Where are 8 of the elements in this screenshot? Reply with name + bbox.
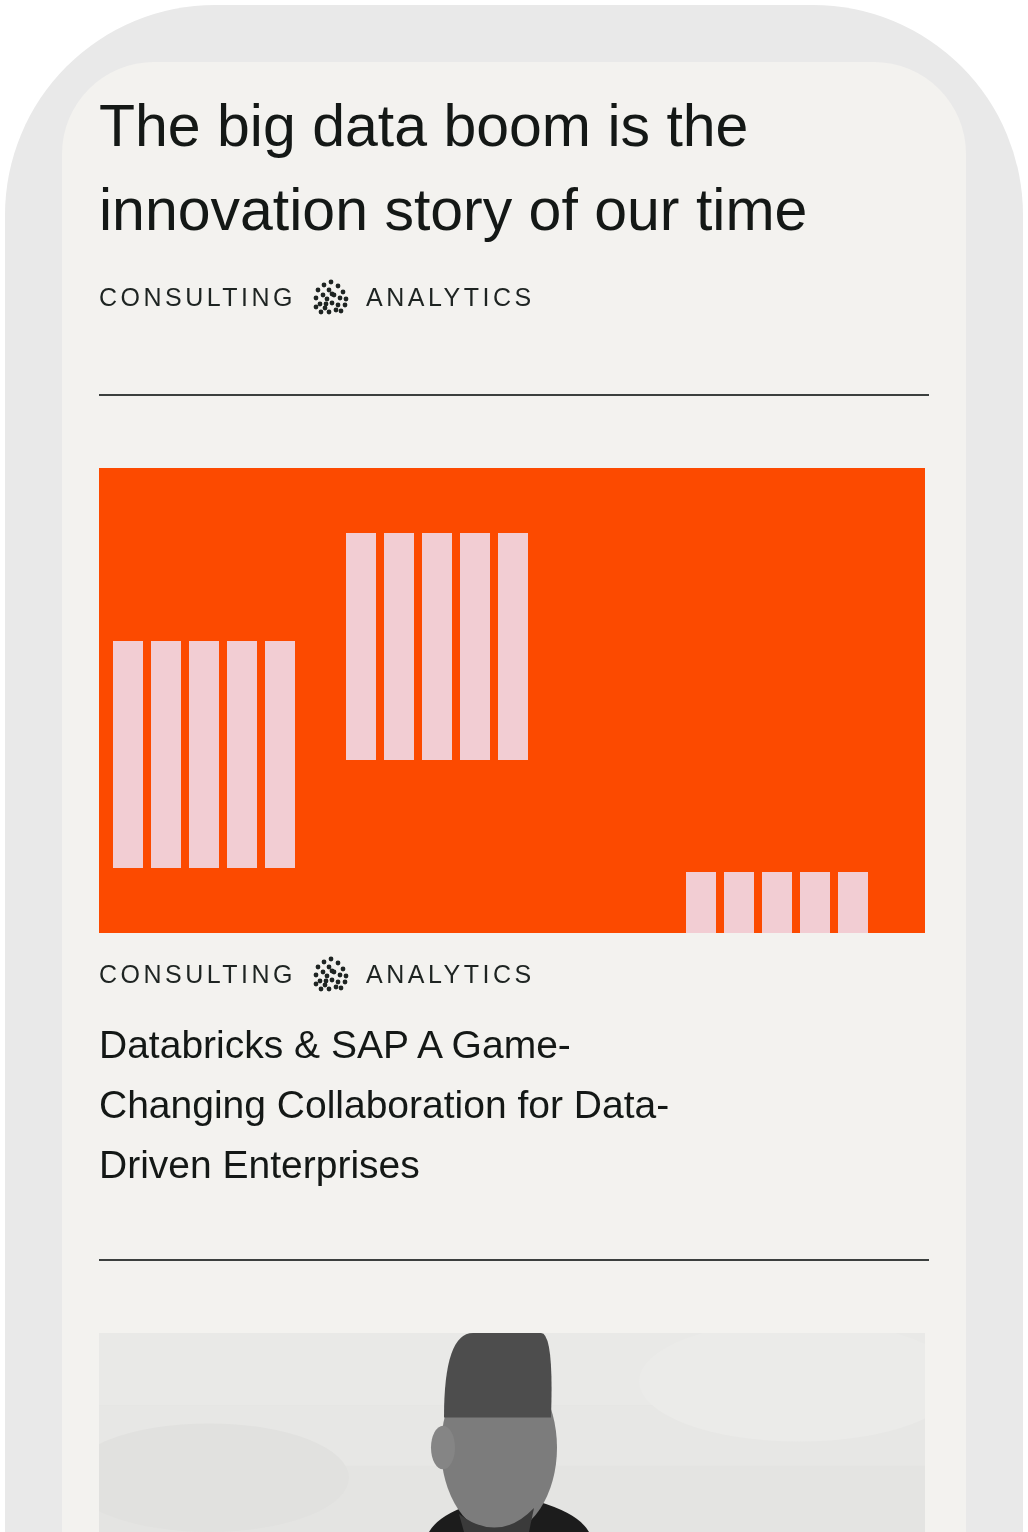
category-tag[interactable]: ANALYTICS (366, 959, 535, 989)
category-tag[interactable]: ANALYTICS (366, 282, 535, 312)
article-title[interactable]: Databricks & SAP A Game-Changing Collaboration for Data-Driven Enterprises (99, 1015, 719, 1195)
article-headline[interactable]: The big data boom is the innovation story of our time (99, 84, 925, 252)
category-tag[interactable]: CONSULTING (99, 959, 297, 989)
dots-icon (312, 278, 351, 316)
dots-icon (312, 955, 351, 993)
category-tag[interactable]: CONSULTING (99, 282, 297, 312)
